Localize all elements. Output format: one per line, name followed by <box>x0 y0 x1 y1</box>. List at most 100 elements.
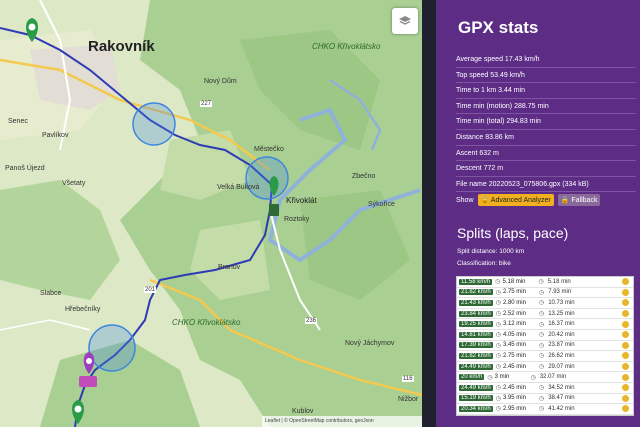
stat-value: 632 m <box>479 149 499 157</box>
place-novy-dum: Nový Dům <box>204 78 237 85</box>
split-distance: Split distance: 1000 km <box>457 248 525 255</box>
place-zbecno: Zbečno <box>352 173 376 180</box>
stat-row: Descent 772 m <box>456 161 636 177</box>
split-row: 14.81 km/h ◷ 4.05 min ◷ 20.42 min <box>457 330 633 341</box>
split-badge-icon <box>622 288 629 296</box>
split-badge-icon <box>622 373 629 381</box>
split-time: 2.75 min <box>502 352 526 359</box>
clock-icon: ◷ <box>495 353 501 360</box>
stat-row: Time min (total) 294.83 min <box>456 114 636 130</box>
place-pavlikov: Pavlíkov <box>42 132 69 139</box>
clock-icon: ◷ <box>538 353 545 360</box>
split-time: 3 min <box>494 374 510 381</box>
clock-icon: ◷ <box>538 395 545 402</box>
clock-icon: ◷ <box>530 374 536 381</box>
clock-icon: ◷ <box>495 289 501 296</box>
split-speed: 21.82 km/h <box>459 352 493 359</box>
split-row: 23.84 km/h ◷ 2.52 min ◷ 13.25 min <box>457 309 633 320</box>
clock-icon: ◷ <box>538 406 545 413</box>
split-row: 11.58 km/h ◷ 5.18 min ◷ 5.18 min <box>457 277 633 288</box>
split-total-time: 32.07 min <box>539 374 567 381</box>
clock-icon: ◷ <box>538 311 545 318</box>
stat-row: Time min (motion) 288.75 min <box>456 99 636 115</box>
split-row: 15.19 km/h ◷ 3.95 min ◷ 38.47 min <box>457 394 633 405</box>
road-201: 201 <box>144 287 157 293</box>
split-total-time: 38.47 min <box>548 395 575 402</box>
advanced-analyzer-button[interactable]: 🔒 Advanced Analyzer <box>477 194 554 207</box>
split-speed: 17.39 km/h <box>459 342 493 349</box>
stat-value: 3.44 min <box>498 87 525 95</box>
split-badge-icon <box>622 352 629 360</box>
stat-value: 83.86 km <box>485 133 514 141</box>
split-speed: 14.81 km/h <box>459 331 493 338</box>
map-view[interactable]: Rakovník CHKO Křivoklátsko Nový Dům Sene… <box>0 0 422 427</box>
stat-label: Time min (motion) <box>456 102 515 110</box>
split-speed: 21.43 km/h <box>459 299 493 306</box>
split-time: 2.45 min <box>502 384 526 391</box>
split-badge-icon <box>622 341 629 349</box>
road-236: 236 <box>305 318 318 324</box>
stats-panel: GPX stats Average speed 17.43 km/h Top sp… <box>436 0 640 427</box>
split-time: 2.75 min <box>502 289 526 296</box>
map-attribution[interactable]: Leaflet | © OpenStreetMap contributors, … <box>262 416 422 427</box>
clock-icon: ◷ <box>487 374 493 381</box>
place-novy-jachymov: Nový Jáchymov <box>345 340 395 347</box>
split-row: 21.82 km/h ◷ 2.75 min ◷ 7.93 min <box>457 288 633 299</box>
split-speed: 20.34 km/h <box>459 405 493 412</box>
place-nizbor: Nižbor <box>398 396 419 403</box>
place-krivoklat: Křivoklát <box>286 196 317 205</box>
split-badge-icon <box>622 310 629 318</box>
split-row: 21.82 km/h ◷ 2.75 min ◷ 26.62 min <box>457 351 633 362</box>
place-chko-top: CHKO Křivoklátsko <box>312 42 381 51</box>
splits-table: 11.58 km/h ◷ 5.18 min ◷ 5.18 min 21.82 km/h ◷ 2… <box>456 276 634 416</box>
clock-icon: ◷ <box>538 279 544 286</box>
panel-title: GPX stats <box>458 18 539 37</box>
clock-icon: ◷ <box>495 406 501 413</box>
stat-value: 294.83 min <box>506 118 541 126</box>
road-227: 227 <box>200 101 213 107</box>
split-total-time: 23.87 min <box>548 342 575 349</box>
place-mestecko: Městečko <box>254 146 284 153</box>
place-velka-bukova: Velká Buková <box>217 184 260 191</box>
split-total-time: 13.25 min <box>548 310 575 317</box>
split-time: 4.05 min <box>502 331 526 338</box>
splits-title: Splits (laps, pace) <box>457 225 569 241</box>
split-total-time: 7.93 min <box>548 289 572 296</box>
clock-icon: ◷ <box>538 342 545 349</box>
split-time: 3.95 min <box>502 395 526 402</box>
map-terrain <box>0 0 422 427</box>
stat-value: 772 m <box>483 165 504 173</box>
clock-icon: ◷ <box>495 321 501 328</box>
stat-label: Average speed <box>456 56 505 63</box>
layers-button[interactable] <box>392 8 418 34</box>
split-badge-icon <box>622 405 629 413</box>
show-row: Show 🔒 Advanced Analyzer 🔒 Fallback <box>456 192 636 208</box>
stat-label: Top speed <box>456 71 491 79</box>
split-speed: 23.84 km/h <box>459 310 493 317</box>
split-speed: 15.19 km/h <box>459 395 493 402</box>
place-senec: Senec <box>8 118 28 125</box>
split-row: 24.49 km/h ◷ 2.45 min ◷ 34.52 min <box>457 383 633 394</box>
stat-row: Average speed 17.43 km/h <box>456 52 636 68</box>
split-time: 3.12 min <box>502 321 526 328</box>
place-hrebecniky: Hřebečníky <box>65 306 101 313</box>
clock-icon: ◷ <box>495 342 501 349</box>
place-chko-bottom: CHKO Křivoklátsko <box>172 318 241 327</box>
split-speed: 24.49 km/h <box>459 384 493 391</box>
stat-value: 20220523_075806.gpx (334 kB) <box>488 180 589 188</box>
stat-row: Top speed 53.49 km/h <box>456 68 636 84</box>
clock-icon: ◷ <box>495 332 501 339</box>
stat-label: Time min (total) <box>456 118 507 126</box>
split-badge-icon <box>622 331 629 339</box>
place-sykorice: Sýkořice <box>368 201 395 208</box>
split-badge-icon <box>622 278 629 286</box>
fallback-button[interactable]: 🔒 Fallback <box>557 194 601 207</box>
stat-value: 17.43 km/h <box>504 56 540 63</box>
split-badge-icon <box>622 320 629 328</box>
split-speed: 21.82 km/h <box>459 289 493 296</box>
stat-row: Time to 1 km 3.44 min <box>456 83 636 99</box>
clock-icon: ◷ <box>538 289 545 296</box>
clock-icon: ◷ <box>495 300 501 307</box>
place-panos-ujezd: Panoš Újezd <box>5 165 45 172</box>
place-kublov: Kublov <box>292 408 314 415</box>
